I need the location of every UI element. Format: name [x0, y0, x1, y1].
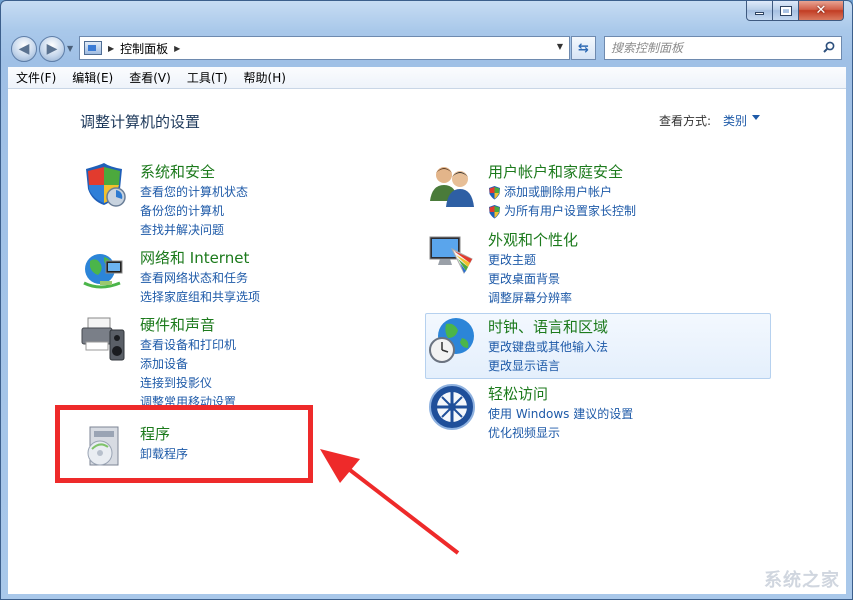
users-icon[interactable]: [428, 161, 476, 209]
link-backup-computer[interactable]: 备份您的计算机: [140, 202, 248, 221]
link-text: 添加或删除用户帐户: [504, 185, 613, 199]
search-input[interactable]: [611, 37, 811, 59]
link-view-computer-status[interactable]: 查看您的计算机状态: [140, 183, 248, 202]
category-appearance: 外观和个性化 更改主题 更改桌面背景 调整屏幕分辨率: [428, 229, 768, 305]
view-by-label: 查看方式:: [659, 114, 712, 128]
category-system-security: 系统和安全 查看您的计算机状态 备份您的计算机 查找并解决问题: [80, 161, 420, 237]
close-icon: ✕: [815, 3, 827, 18]
link-devices-printers[interactable]: 查看设备和打印机: [140, 336, 236, 355]
watermark: 系统之家: [764, 570, 840, 591]
search-icon[interactable]: [823, 41, 835, 53]
navigation-bar: ◀ ▶ ▼ ▶ 控制面板 ▶ ▼ ⇆: [1, 31, 853, 63]
link-screen-resolution[interactable]: 调整屏幕分辨率: [488, 289, 572, 308]
forward-arrow-icon: ▶: [46, 41, 58, 57]
category-links: 查看设备和打印机 添加设备 连接到投影仪 调整常用移动设置: [140, 336, 236, 412]
menu-tools[interactable]: 工具(T): [179, 69, 236, 86]
uac-shield-icon: [489, 186, 500, 200]
category-title[interactable]: 用户帐户和家庭安全: [488, 161, 623, 182]
category-title[interactable]: 轻松访问: [488, 383, 548, 404]
category-links: 添加或删除用户帐户 为所有用户设置家长控制: [488, 183, 636, 221]
link-optimize-display[interactable]: 优化视频显示: [488, 424, 633, 443]
link-desktop-background[interactable]: 更改桌面背景: [488, 270, 572, 289]
category-title[interactable]: 硬件和声音: [140, 314, 215, 335]
menu-help[interactable]: 帮助(H): [236, 69, 294, 86]
annotation-red-box: [55, 405, 313, 483]
category-title[interactable]: 外观和个性化: [488, 229, 578, 250]
content-area: 调整计算机的设置 查看方式: 类别 系统和安全 查看您的计算机状态 备份您的计算…: [8, 89, 846, 594]
forward-button[interactable]: ▶: [39, 36, 65, 62]
link-homegroup-sharing[interactable]: 选择家庭组和共享选项: [140, 288, 260, 307]
link-network-status[interactable]: 查看网络状态和任务: [140, 269, 260, 288]
category-links: 更改主题 更改桌面背景 调整屏幕分辨率: [488, 251, 572, 308]
search-box[interactable]: [604, 36, 842, 60]
link-change-input-method[interactable]: 更改键盘或其他输入法: [488, 338, 608, 357]
category-links: 更改键盘或其他输入法 更改显示语言: [488, 338, 608, 376]
annotation-arrow: [320, 449, 460, 555]
page-title: 调整计算机的设置: [80, 113, 201, 131]
address-dropdown-icon[interactable]: ▼: [557, 42, 563, 51]
uac-shield-icon: [489, 205, 500, 219]
link-add-device[interactable]: 添加设备: [140, 355, 236, 374]
menu-file[interactable]: 文件(F): [8, 69, 64, 86]
category-title[interactable]: 系统和安全: [140, 161, 215, 182]
address-bar[interactable]: ▶ 控制面板 ▶ ▼: [79, 36, 570, 60]
control-panel-icon: [84, 41, 102, 55]
link-parental-controls[interactable]: 为所有用户设置家长控制: [488, 202, 636, 221]
refresh-icon: ⇆: [578, 40, 589, 56]
refresh-button[interactable]: ⇆: [571, 36, 596, 60]
network-globe-icon[interactable]: [80, 247, 128, 295]
back-button[interactable]: ◀: [11, 36, 37, 62]
view-by-dropdown-icon[interactable]: [752, 115, 760, 120]
close-button[interactable]: ✕: [799, 1, 844, 21]
category-ease-of-access: 轻松访问 使用 Windows 建议的设置 优化视频显示: [428, 383, 768, 440]
breadcrumb-control-panel[interactable]: 控制面板: [120, 40, 168, 57]
ease-of-access-icon[interactable]: [428, 383, 476, 431]
link-change-theme[interactable]: 更改主题: [488, 251, 572, 270]
category-user-accounts: 用户帐户和家庭安全 添加或删除用户帐户 为所有用户设置家长控制: [428, 161, 768, 219]
minimize-button[interactable]: [746, 1, 773, 21]
menu-bar: 文件(F) 编辑(E) 查看(V) 工具(T) 帮助(H): [8, 67, 846, 89]
category-hardware-sound: 硬件和声音 查看设备和打印机 添加设备 连接到投影仪 调整常用移动设置: [80, 314, 420, 409]
clock-globe-icon[interactable]: [428, 316, 476, 364]
link-text: 为所有用户设置家长控制: [504, 204, 637, 218]
control-panel-window: ✕ ◀ ▶ ▼ ▶ 控制面板 ▶ ▼ ⇆ 文件(F) 编辑(E) 查看(V) 工…: [0, 0, 853, 600]
link-add-remove-accounts[interactable]: 添加或删除用户帐户: [488, 183, 636, 202]
minimize-icon: [755, 12, 764, 15]
recent-pages-dropdown[interactable]: ▼: [67, 44, 73, 53]
category-links: 查看网络状态和任务 选择家庭组和共享选项: [140, 269, 260, 307]
category-title[interactable]: 时钟、语言和区域: [488, 316, 608, 337]
breadcrumb-separator-icon[interactable]: ▶: [174, 44, 180, 53]
category-links: 使用 Windows 建议的设置 优化视频显示: [488, 405, 633, 443]
category-title[interactable]: 网络和 Internet: [140, 247, 249, 268]
caption-buttons: ✕: [746, 1, 844, 21]
link-connect-projector[interactable]: 连接到投影仪: [140, 374, 236, 393]
category-links: 查看您的计算机状态 备份您的计算机 查找并解决问题: [140, 183, 248, 240]
maximize-button[interactable]: [773, 1, 799, 21]
category-clock-language: 时钟、语言和区域 更改键盘或其他输入法 更改显示语言: [428, 316, 768, 373]
link-windows-recommended-settings[interactable]: 使用 Windows 建议的设置: [488, 405, 633, 424]
monitor-palette-icon[interactable]: [428, 229, 476, 277]
breadcrumb-separator-icon[interactable]: ▶: [108, 44, 114, 53]
category-network-internet: 网络和 Internet 查看网络状态和任务 选择家庭组和共享选项: [80, 247, 420, 305]
printer-speaker-icon[interactable]: [80, 314, 128, 362]
shield-icon[interactable]: [80, 161, 128, 209]
link-change-display-language[interactable]: 更改显示语言: [488, 357, 608, 376]
link-troubleshoot[interactable]: 查找并解决问题: [140, 221, 248, 240]
maximize-icon: [779, 5, 792, 16]
view-by-dropdown[interactable]: 类别: [723, 112, 747, 129]
menu-edit[interactable]: 编辑(E): [64, 69, 121, 86]
menu-view[interactable]: 查看(V): [121, 69, 179, 86]
back-arrow-icon: ◀: [18, 41, 30, 57]
